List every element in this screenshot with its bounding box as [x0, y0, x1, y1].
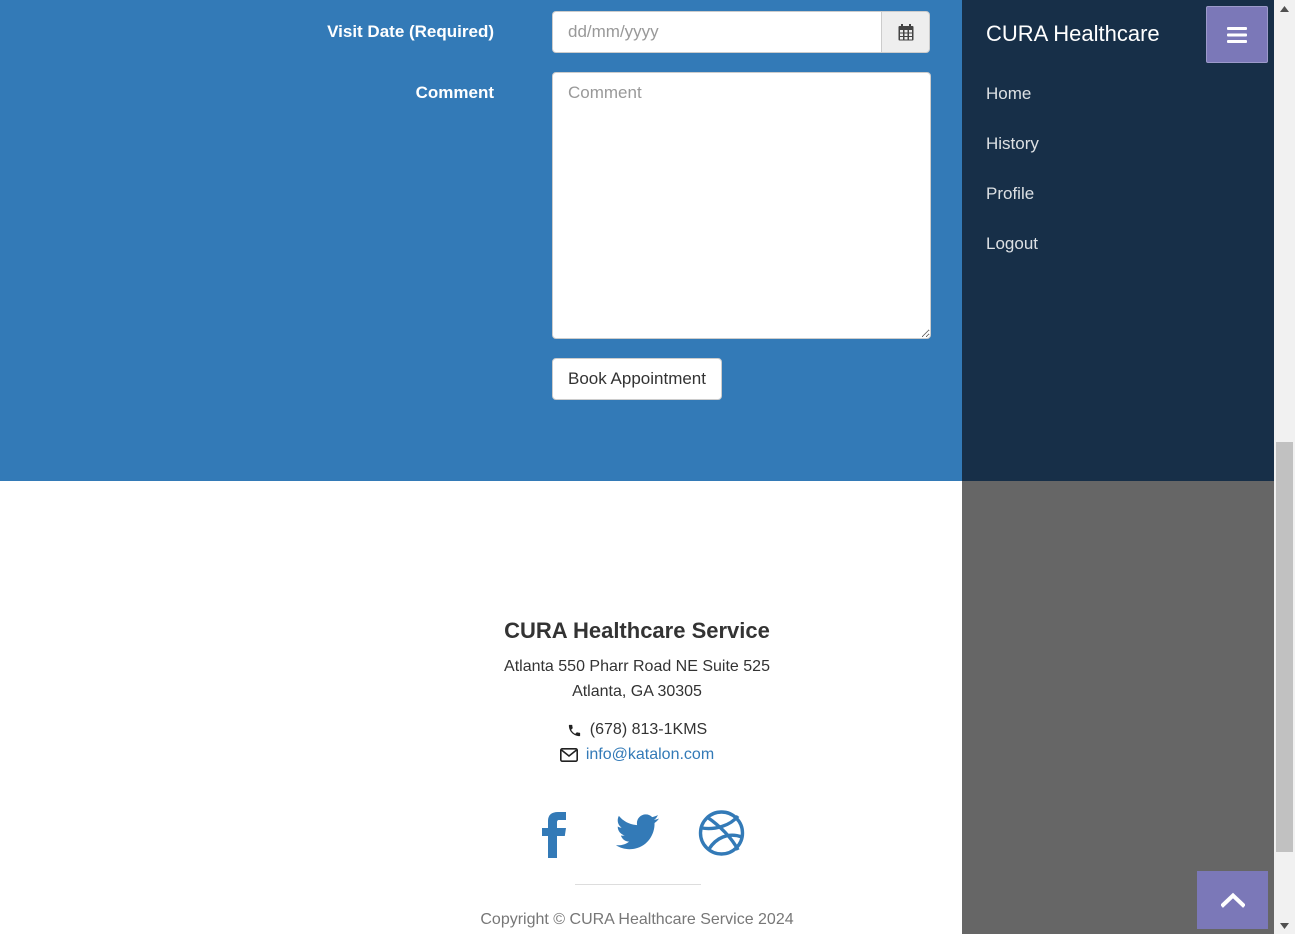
- sidebar-item-label[interactable]: Logout: [986, 230, 1038, 254]
- sidebar-item-history: History: [986, 130, 1039, 180]
- facebook-link[interactable]: [530, 804, 577, 858]
- menu-toggle-button[interactable]: [1206, 6, 1268, 63]
- vertical-scrollbar[interactable]: [1274, 0, 1295, 934]
- scrollbar-thumb[interactable]: [1276, 442, 1293, 852]
- comment-textarea[interactable]: [552, 72, 931, 339]
- calendar-button[interactable]: [881, 11, 930, 53]
- footer-email-link[interactable]: info@katalon.com: [586, 746, 714, 764]
- footer-phone-number: (678) 813-1KMS: [589, 721, 708, 738]
- triangle-down-icon: [1280, 922, 1289, 929]
- page: Visit Date (Required) dd/mm/yyyy Comment…: [0, 0, 1274, 934]
- comment-label: Comment: [415, 83, 494, 102]
- twitter-link[interactable]: [614, 804, 661, 858]
- scroll-up-arrow[interactable]: [1274, 0, 1295, 17]
- sidebar-item-label[interactable]: Profile: [986, 180, 1034, 204]
- sidebar-item-label[interactable]: Home: [986, 80, 1031, 104]
- calendar-icon: [898, 23, 913, 40]
- scroll-to-top-button[interactable]: [1197, 871, 1268, 929]
- triangle-up-icon: [1280, 5, 1289, 12]
- sidebar-item-label[interactable]: History: [986, 130, 1039, 154]
- dribbble-link[interactable]: [698, 804, 745, 858]
- book-appointment-button[interactable]: Book Appointment: [552, 358, 722, 400]
- bars-icon: [1227, 26, 1247, 43]
- twitter-icon: [615, 814, 659, 850]
- visit-date-input[interactable]: [552, 11, 881, 53]
- scroll-down-arrow[interactable]: [1274, 917, 1295, 934]
- phone-icon: [568, 724, 580, 736]
- sidebar: CURA Healthcare Home History Profile Log…: [962, 0, 1274, 481]
- visit-date-group: [552, 11, 930, 53]
- sidebar-item-home: Home: [986, 80, 1039, 130]
- dribbble-icon: [698, 810, 744, 856]
- footer-divider: [575, 884, 701, 885]
- sidebar-item-profile: Profile: [986, 180, 1039, 230]
- sidebar-nav: Home History Profile Logout: [986, 80, 1039, 280]
- facebook-icon: [541, 812, 566, 858]
- chevron-up-icon: [1220, 892, 1245, 908]
- sidebar-item-logout: Logout: [986, 230, 1039, 280]
- visit-date-label: Visit Date (Required): [327, 22, 494, 41]
- sidebar-brand[interactable]: CURA Healthcare: [986, 21, 1160, 47]
- envelope-icon: [559, 748, 578, 762]
